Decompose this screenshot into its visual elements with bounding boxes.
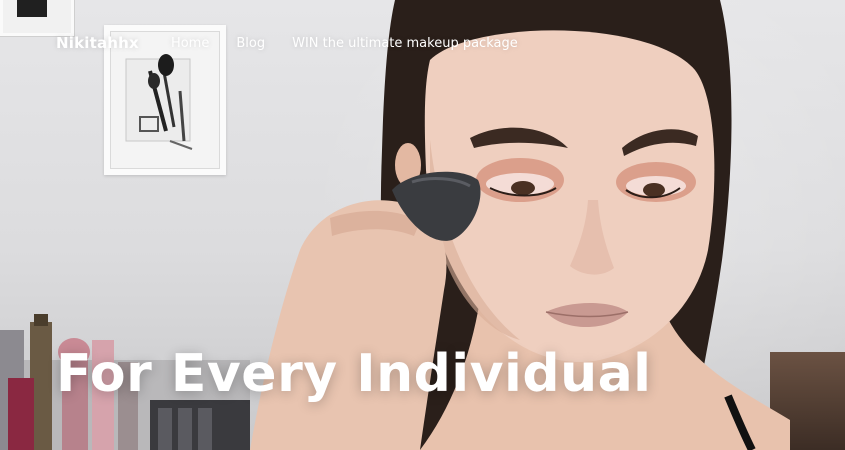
nav-link-home[interactable]: Home [171, 36, 209, 51]
hero-headline: For Every Individual [56, 344, 652, 404]
top-navigation: Nikitahhx Home Blog WIN the ultimate mak… [56, 30, 545, 56]
hero-section: Nikitahhx Home Blog WIN the ultimate mak… [0, 0, 845, 450]
nav-link-giveaway[interactable]: WIN the ultimate makeup package [292, 36, 518, 51]
nav-link-blog[interactable]: Blog [236, 36, 265, 51]
site-logo-link[interactable]: Nikitahhx [56, 34, 139, 52]
